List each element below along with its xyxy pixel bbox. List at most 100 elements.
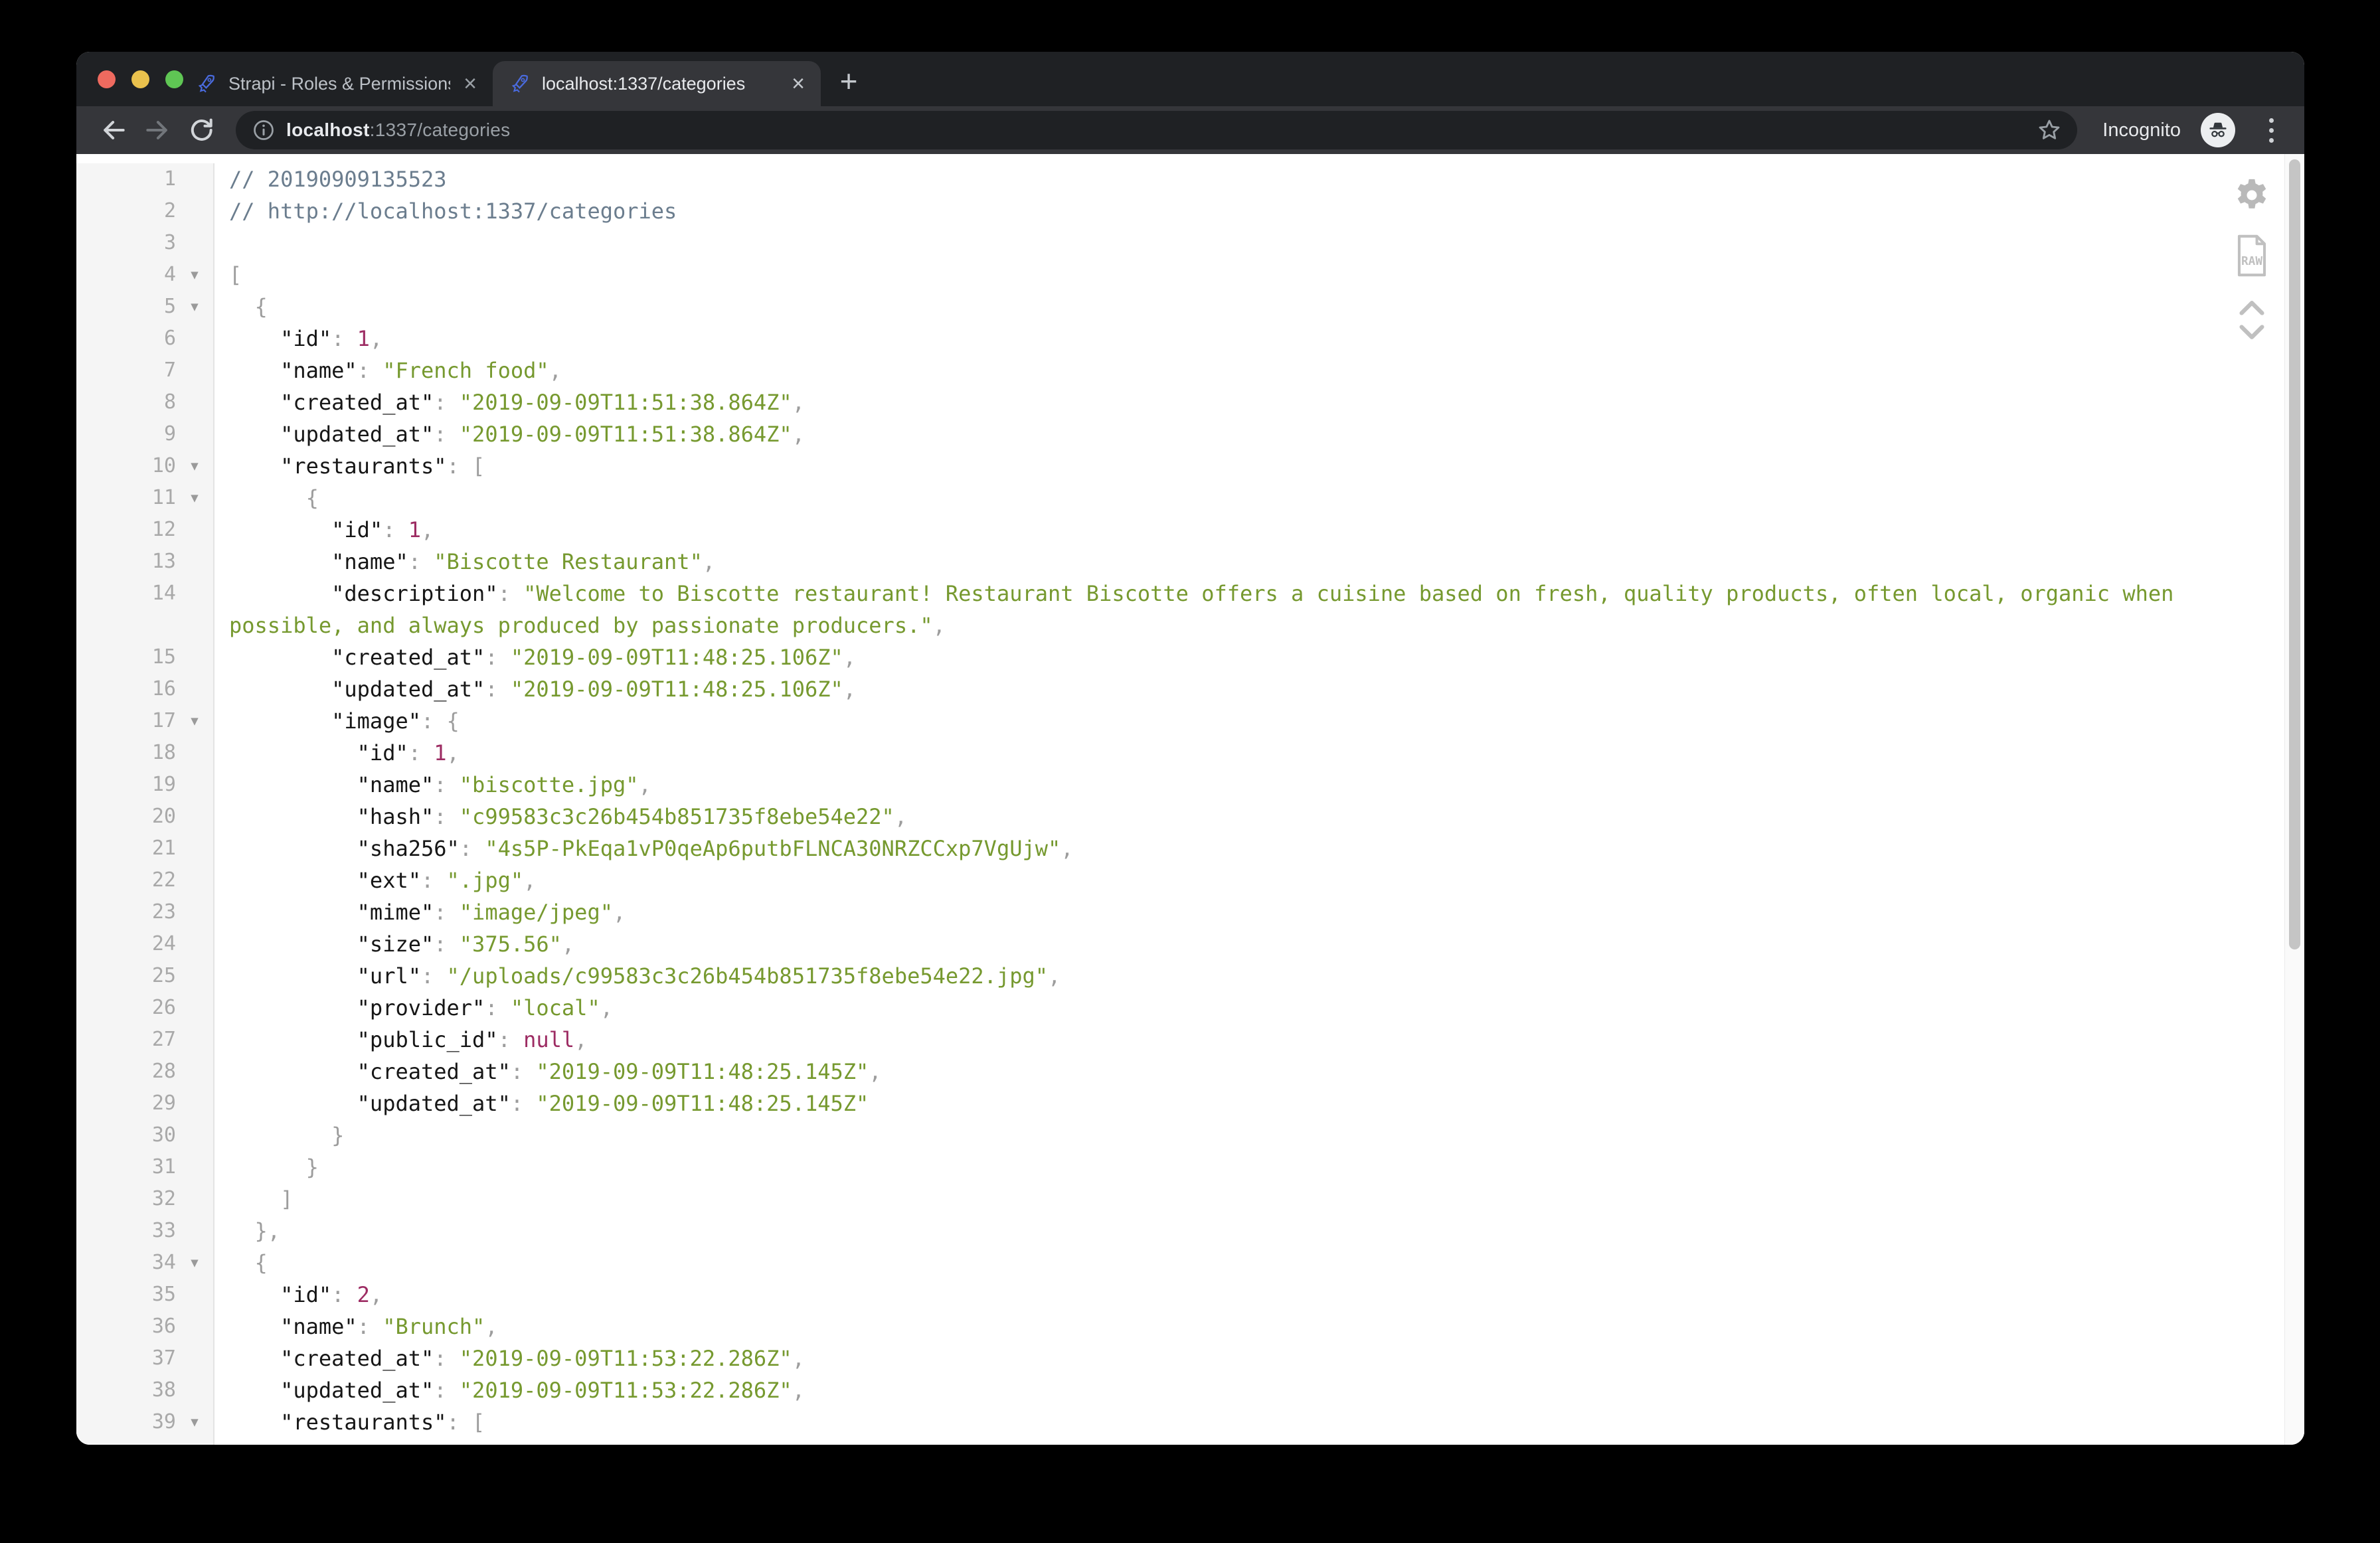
tab-close-icon[interactable]: × bbox=[461, 72, 479, 95]
line-number: 25 bbox=[76, 960, 176, 992]
gutter: 26 bbox=[76, 992, 214, 1024]
line-number: 26 bbox=[76, 992, 176, 1024]
address-bar[interactable]: localhost:1337/categories bbox=[236, 111, 2077, 149]
line-number: 12 bbox=[76, 514, 176, 546]
code-text: "hash": "c99583c3c26b454b851735f8ebe54e2… bbox=[214, 801, 2233, 833]
json-code: 1// 201909091355232// http://localhost:1… bbox=[76, 154, 2284, 1445]
reload-button[interactable] bbox=[183, 112, 220, 149]
collapse-toggle-icon[interactable]: ▼ bbox=[176, 1438, 213, 1445]
scrollbar-track bbox=[2284, 154, 2304, 1445]
collapse-spacer bbox=[176, 801, 213, 833]
code-line: 22 "ext": ".jpg", bbox=[76, 864, 2284, 896]
code-line: 14 "description": "Welcome to Biscotte r… bbox=[76, 578, 2284, 641]
zoom-window-button[interactable] bbox=[165, 70, 183, 88]
line-number: 1 bbox=[76, 163, 176, 195]
code-line: 17▼ "image": { bbox=[76, 705, 2284, 737]
tab-close-icon[interactable]: × bbox=[789, 72, 808, 95]
line-number: 6 bbox=[76, 323, 176, 355]
incognito-avatar bbox=[2201, 113, 2235, 147]
view-raw-icon[interactable]: RAW bbox=[2231, 234, 2272, 278]
tab-title: localhost:1337/categories bbox=[542, 74, 745, 94]
gutter: 24 bbox=[76, 928, 214, 960]
gutter: 32 bbox=[76, 1183, 214, 1215]
scrollbar-thumb[interactable] bbox=[2289, 159, 2300, 949]
code-line: 34▼ { bbox=[76, 1247, 2284, 1279]
tab-strapi[interactable]: Strapi - Roles & Permissions × bbox=[179, 61, 493, 106]
gutter: 20 bbox=[76, 801, 214, 833]
code-line: 5▼ { bbox=[76, 291, 2284, 323]
collapse-spacer bbox=[176, 992, 213, 1024]
bookmark-star-icon[interactable] bbox=[2036, 117, 2063, 143]
close-window-button[interactable] bbox=[98, 70, 116, 88]
collapse-toggle-icon[interactable]: ▼ bbox=[176, 259, 213, 291]
line-number: 10 bbox=[76, 450, 176, 482]
collapse-spacer bbox=[176, 864, 213, 896]
code-text: "description": "Welcome to Biscotte rest… bbox=[214, 578, 2233, 641]
code-line: 7 "name": "French food", bbox=[76, 355, 2284, 386]
code-text: "updated_at": "2019-09-09T11:48:25.145Z" bbox=[214, 1088, 2233, 1119]
code-line: 8 "created_at": "2019-09-09T11:51:38.864… bbox=[76, 386, 2284, 418]
gutter: 28 bbox=[76, 1056, 214, 1088]
collapse-spacer bbox=[176, 1056, 213, 1088]
line-number: 13 bbox=[76, 546, 176, 578]
code-line: 2// http://localhost:1337/categories bbox=[76, 195, 2284, 227]
code-line: 26 "provider": "local", bbox=[76, 992, 2284, 1024]
browser-menu-button[interactable] bbox=[2258, 113, 2284, 147]
strapi-favicon-rocket-icon bbox=[507, 72, 531, 96]
gutter: 36 bbox=[76, 1311, 214, 1342]
code-line: 29 "updated_at": "2019-09-09T11:48:25.14… bbox=[76, 1088, 2284, 1119]
viewer-settings-gear-icon[interactable] bbox=[2233, 176, 2271, 214]
gutter: 30 bbox=[76, 1119, 214, 1151]
code-line: 30 } bbox=[76, 1119, 2284, 1151]
line-number: 2 bbox=[76, 195, 176, 227]
line-number: 24 bbox=[76, 928, 176, 960]
forward-button[interactable] bbox=[139, 112, 176, 149]
code-text: "id": 1, bbox=[214, 514, 2233, 546]
code-text: { bbox=[214, 1438, 2233, 1445]
line-number: 17 bbox=[76, 705, 176, 737]
collapse-spacer bbox=[176, 769, 213, 801]
collapse-all-chevron-up-icon[interactable] bbox=[2237, 299, 2266, 315]
gutter: 31 bbox=[76, 1151, 214, 1183]
line-number: 16 bbox=[76, 673, 176, 705]
code-text: "size": "375.56", bbox=[214, 928, 2233, 960]
new-tab-button[interactable]: + bbox=[829, 61, 869, 101]
code-text: "restaurants": [ bbox=[214, 1406, 2233, 1438]
tab-strip: Strapi - Roles & Permissions × localhost… bbox=[76, 52, 2304, 106]
collapse-toggle-icon[interactable]: ▼ bbox=[176, 291, 213, 323]
code-line: 6 "id": 1, bbox=[76, 323, 2284, 355]
minimize-window-button[interactable] bbox=[131, 70, 149, 88]
line-number: 39 bbox=[76, 1406, 176, 1438]
code-line: 20 "hash": "c99583c3c26b454b851735f8ebe5… bbox=[76, 801, 2284, 833]
line-number: 20 bbox=[76, 801, 176, 833]
code-line: 28 "created_at": "2019-09-09T11:48:25.14… bbox=[76, 1056, 2284, 1088]
collapse-spacer bbox=[176, 673, 213, 705]
expand-all-chevron-down-icon[interactable] bbox=[2237, 325, 2266, 341]
code-text: ] bbox=[214, 1183, 2233, 1215]
collapse-toggle-icon[interactable]: ▼ bbox=[176, 1406, 213, 1438]
gutter: 8 bbox=[76, 386, 214, 418]
tab-categories[interactable]: localhost:1337/categories × bbox=[493, 61, 821, 106]
gutter: 21 bbox=[76, 833, 214, 864]
back-button[interactable] bbox=[95, 112, 132, 149]
site-info-icon[interactable] bbox=[252, 118, 276, 142]
code-line: 3 bbox=[76, 227, 2284, 259]
collapse-toggle-icon[interactable]: ▼ bbox=[176, 1247, 213, 1279]
collapse-toggle-icon[interactable]: ▼ bbox=[176, 705, 213, 737]
gutter: 6 bbox=[76, 323, 214, 355]
line-number: 11 bbox=[76, 482, 176, 514]
code-text: "updated_at": "2019-09-09T11:53:22.286Z"… bbox=[214, 1374, 2233, 1406]
collapse-spacer bbox=[176, 546, 213, 578]
collapse-toggle-icon[interactable]: ▼ bbox=[176, 450, 213, 482]
gutter: 15 bbox=[76, 641, 214, 673]
code-line: 18 "id": 1, bbox=[76, 737, 2284, 769]
gutter: 19 bbox=[76, 769, 214, 801]
line-number: 4 bbox=[76, 259, 176, 291]
collapse-spacer bbox=[176, 227, 213, 259]
code-text: "name": "biscotte.jpg", bbox=[214, 769, 2233, 801]
traffic-lights bbox=[98, 70, 183, 88]
line-number: 9 bbox=[76, 418, 176, 450]
collapse-toggle-icon[interactable]: ▼ bbox=[176, 482, 213, 514]
url-text[interactable]: localhost:1337/categories bbox=[286, 120, 510, 141]
line-number: 33 bbox=[76, 1215, 176, 1247]
